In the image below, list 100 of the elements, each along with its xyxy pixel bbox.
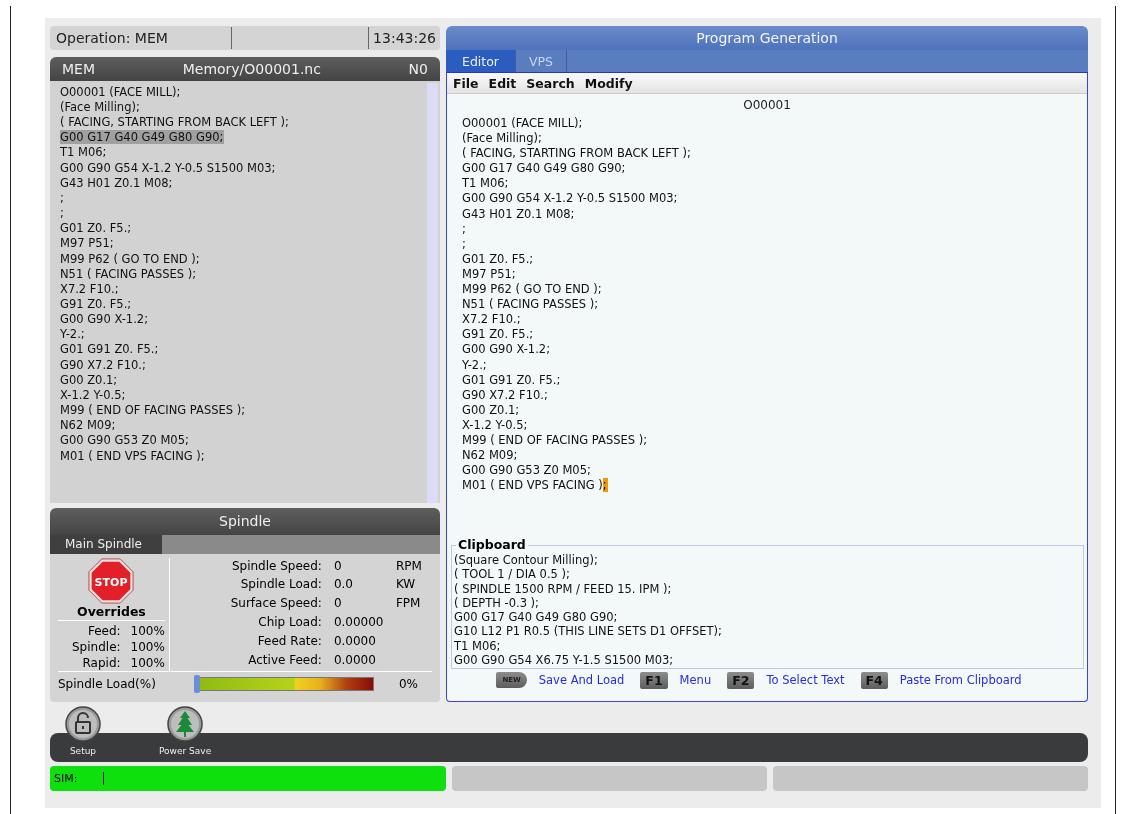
- override-value: 100%: [130, 622, 165, 639]
- code-line[interactable]: M97 P51;: [60, 236, 115, 251]
- editor-tab[interactable]: Editor: [446, 50, 516, 72]
- clipboard-title: Clipboard: [456, 537, 528, 552]
- code-line[interactable]: ;: [60, 206, 65, 221]
- code-line[interactable]: G90 X7.2 F10.;: [462, 387, 1087, 403]
- code-line[interactable]: X-1.2 Y-0.5;: [462, 417, 1087, 433]
- code-line[interactable]: G43 H01 Z0.1 M08;: [462, 206, 1087, 222]
- reading-unit: RPM: [395, 557, 423, 575]
- pine-tree-icon: [167, 706, 204, 742]
- code-line[interactable]: G91 Z0. F5.;: [462, 327, 1087, 343]
- code-line[interactable]: (Face Milling);: [462, 131, 1087, 147]
- file-path: Memory/O00001.nc: [182, 60, 321, 77]
- code-line[interactable]: G43 H01 Z0.1 M08;: [60, 175, 174, 190]
- code-line[interactable]: G00 Z0.1;: [462, 402, 1087, 418]
- code-line[interactable]: X7.2 F10.;: [462, 312, 1087, 328]
- override-label: Feed:: [86, 622, 121, 639]
- menu-item[interactable]: Modify: [584, 75, 633, 91]
- code-line[interactable]: X-1.2 Y-0.5;: [60, 387, 127, 402]
- code-line[interactable]: N62 M09;: [462, 448, 1087, 464]
- clipboard-line: ( DEPTH -0.3 );: [454, 595, 540, 611]
- reading-value: 0: [333, 595, 343, 613]
- reading-label: Feed Rate:: [256, 632, 322, 650]
- code-line[interactable]: ;: [60, 190, 65, 205]
- code-line[interactable]: M01 ( END VPS FACING );: [60, 448, 206, 463]
- menu-item[interactable]: Search: [526, 75, 575, 91]
- scrollbar[interactable]: [427, 82, 438, 503]
- key-hint: Paste From Clipboard: [899, 673, 1022, 687]
- code-line[interactable]: G01 Z0. F5.;: [462, 251, 1087, 267]
- override-label: Rapid:: [81, 654, 121, 671]
- clipboard-line: G00 G90 G54 X6.75 Y-1.5 S1500 M03;: [454, 653, 675, 668]
- clock-time: 13:43:26: [372, 29, 437, 46]
- code-line[interactable]: M97 P51;: [462, 266, 1087, 283]
- override-value: 100%: [130, 638, 165, 655]
- key-hint: Save And Load: [538, 673, 625, 687]
- reading-label: Chip Load:: [257, 614, 322, 632]
- code-line[interactable]: G90 X7.2 F10.;: [60, 357, 147, 372]
- code-line[interactable]: T1 M06;: [60, 145, 108, 160]
- code-line[interactable]: M99 ( END OF FACING PASSES );: [462, 432, 1087, 449]
- load-label: Spindle Load(%): [58, 676, 157, 691]
- toolbar-button[interactable]: Setup: [65, 706, 101, 756]
- code-line[interactable]: G00 G90 G53 Z0 M05;: [60, 433, 190, 448]
- code-line[interactable]: O00001 (FACE MILL);: [60, 84, 182, 99]
- override-value: 100%: [130, 654, 165, 671]
- code-line[interactable]: G01 G91 Z0. F5.;: [462, 372, 1087, 388]
- key-cap[interactable]: F4: [860, 671, 888, 689]
- panel-title: Program Generation: [446, 26, 1088, 50]
- operation-label: Operation: MEM: [55, 29, 169, 46]
- key-cap[interactable]: F2: [727, 671, 755, 689]
- clipboard-line: T1 M06;: [454, 638, 502, 654]
- code-line[interactable]: M01 ( END VPS FACING );: [462, 478, 1087, 494]
- mode-label: MEM: [62, 60, 95, 77]
- code-line[interactable]: G00 G90 G53 Z0 M05;: [462, 463, 1087, 479]
- code-line[interactable]: G01 Z0. F5.;: [60, 221, 133, 236]
- code-line[interactable]: G00 G90 G54 X-1.2 Y-0.5 S1500 M03;: [60, 160, 277, 175]
- code-line[interactable]: ;: [462, 236, 1087, 252]
- code-line[interactable]: G00 Z0.1;: [60, 372, 119, 387]
- code-line[interactable]: N62 M09;: [60, 418, 117, 433]
- code-line[interactable]: (Face Milling);: [60, 99, 141, 114]
- code-line[interactable]: X7.2 F10.;: [60, 281, 120, 296]
- code-line[interactable]: N51 ( FACING PASSES );: [462, 297, 1087, 313]
- code-line[interactable]: G00 G90 X-1.2;: [60, 312, 150, 327]
- reading-value: 0.00000: [333, 614, 384, 632]
- code-line[interactable]: G01 G91 Z0. F5.;: [60, 342, 160, 357]
- code-line[interactable]: G00 G17 G40 G49 G80 G90;: [462, 161, 1087, 177]
- reading-label: Active Feed:: [247, 651, 322, 669]
- spindle-title: Spindle: [50, 507, 440, 535]
- sim-label: SIM:: [54, 772, 78, 785]
- reading-value: 0.0000: [333, 632, 377, 650]
- code-line[interactable]: M99 P62 ( GO TO END );: [462, 282, 1087, 298]
- reading-value: 0.0000: [333, 651, 377, 669]
- key-cap[interactable]: F1: [640, 671, 668, 689]
- toolbar-button[interactable]: Power Save: [159, 706, 212, 756]
- code-line[interactable]: M99 ( END OF FACING PASSES );: [60, 403, 247, 418]
- code-line[interactable]: G00 G90 G54 X-1.2 Y-0.5 S1500 M03;: [462, 191, 1087, 207]
- key-hint: To Select Text: [766, 673, 845, 687]
- code-line[interactable]: O00001 (FACE MILL);: [462, 116, 1087, 132]
- code-line[interactable]: ( FACING, STARTING FROM BACK LEFT );: [462, 146, 1087, 162]
- clipboard-line: G00 G17 G40 G49 G80 G90;: [454, 610, 619, 625]
- text-caret: [103, 772, 105, 785]
- code-line[interactable]: G91 Z0. F5.;: [60, 296, 133, 311]
- code-line[interactable]: N51 ( FACING PASSES );: [60, 266, 198, 281]
- menu-item[interactable]: File: [453, 75, 479, 91]
- key-hint: Menu: [679, 673, 712, 687]
- clipboard-line: G10 L12 P1 R0.5 (THIS LINE SETS D1 OFFSET);: [454, 624, 723, 639]
- code-line[interactable]: T1 M06;: [462, 176, 1087, 192]
- menu-item[interactable]: Edit: [488, 75, 517, 91]
- code-line[interactable]: Y-2.;: [60, 327, 86, 342]
- line-number: N0: [408, 60, 428, 77]
- reading-value: 0.0: [333, 576, 354, 594]
- code-line[interactable]: G00 G90 X-1.2;: [462, 342, 1087, 358]
- reading-unit: FPM: [395, 595, 422, 613]
- reading-label: Spindle Speed:: [230, 557, 322, 575]
- code-line[interactable]: ( FACING, STARTING FROM BACK LEFT );: [60, 115, 290, 130]
- code-line[interactable]: ;: [462, 221, 1087, 237]
- code-line[interactable]: M99 P62 ( GO TO END );: [60, 251, 201, 266]
- code-line[interactable]: Y-2.;: [462, 357, 1087, 373]
- override-label: Spindle:: [72, 638, 121, 655]
- padlock-icon: [65, 706, 101, 742]
- overrides-title: Overrides: [58, 603, 165, 621]
